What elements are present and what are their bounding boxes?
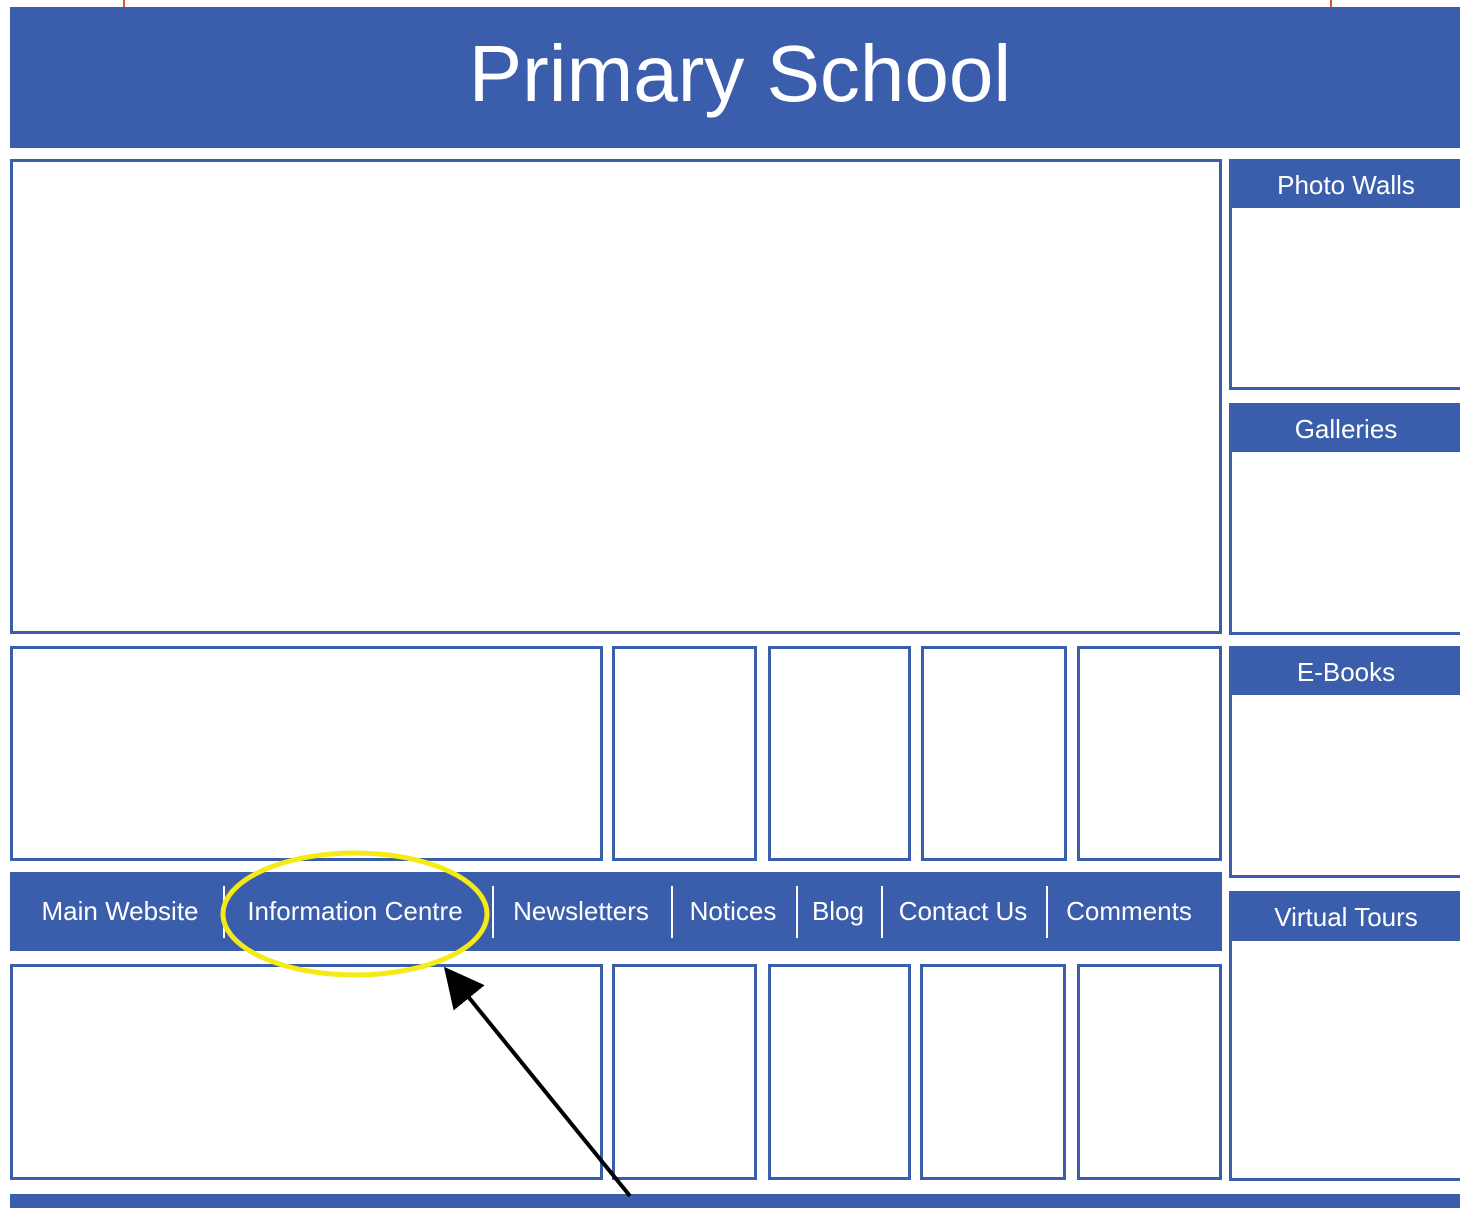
nav-item-comments[interactable]: Comments xyxy=(1054,872,1204,951)
nav-bar: Main Website Information Centre Newslett… xyxy=(10,872,1222,951)
content-placeholder-upper-2 xyxy=(768,646,911,861)
hero-placeholder xyxy=(10,159,1222,634)
sidebar-panel-virtual-tours[interactable]: Virtual Tours xyxy=(1229,891,1460,1181)
nav-item-information-centre[interactable]: Information Centre xyxy=(232,872,478,951)
sidebar-panel-heading: E-Books xyxy=(1232,649,1460,695)
sidebar-panel-e-books[interactable]: E-Books xyxy=(1229,646,1460,878)
nav-separator xyxy=(796,886,798,938)
nav-separator xyxy=(881,886,883,938)
content-placeholder-lower-3 xyxy=(920,964,1066,1180)
page-title: Primary School xyxy=(468,28,1012,118)
nav-item-main-website[interactable]: Main Website xyxy=(22,872,218,951)
content-placeholder-wide-upper xyxy=(10,646,603,861)
content-placeholder-upper-4 xyxy=(1077,646,1222,861)
nav-separator xyxy=(492,886,494,938)
nav-item-contact-us[interactable]: Contact Us xyxy=(888,872,1038,951)
nav-item-newsletters[interactable]: Newsletters xyxy=(500,872,662,951)
content-placeholder-upper-3 xyxy=(921,646,1067,861)
site-header: Primary School xyxy=(10,7,1460,148)
nav-item-blog[interactable]: Blog xyxy=(802,872,874,951)
sidebar-panel-heading: Virtual Tours xyxy=(1232,894,1460,941)
sidebar-panel-galleries[interactable]: Galleries xyxy=(1229,403,1460,635)
content-placeholder-wide-lower xyxy=(10,964,603,1180)
sidebar-panel-heading: Photo Walls xyxy=(1232,162,1460,208)
content-placeholder-lower-2 xyxy=(768,964,911,1180)
footer-bar xyxy=(10,1194,1460,1208)
nav-separator xyxy=(1046,886,1048,938)
content-placeholder-lower-1 xyxy=(612,964,757,1180)
content-placeholder-upper-1 xyxy=(612,646,757,861)
content-placeholder-lower-4 xyxy=(1077,964,1222,1180)
nav-item-notices[interactable]: Notices xyxy=(678,872,788,951)
nav-separator xyxy=(223,886,225,938)
sidebar-panel-photo-walls[interactable]: Photo Walls xyxy=(1229,159,1460,390)
sidebar-panel-heading: Galleries xyxy=(1232,406,1460,452)
nav-separator xyxy=(671,886,673,938)
